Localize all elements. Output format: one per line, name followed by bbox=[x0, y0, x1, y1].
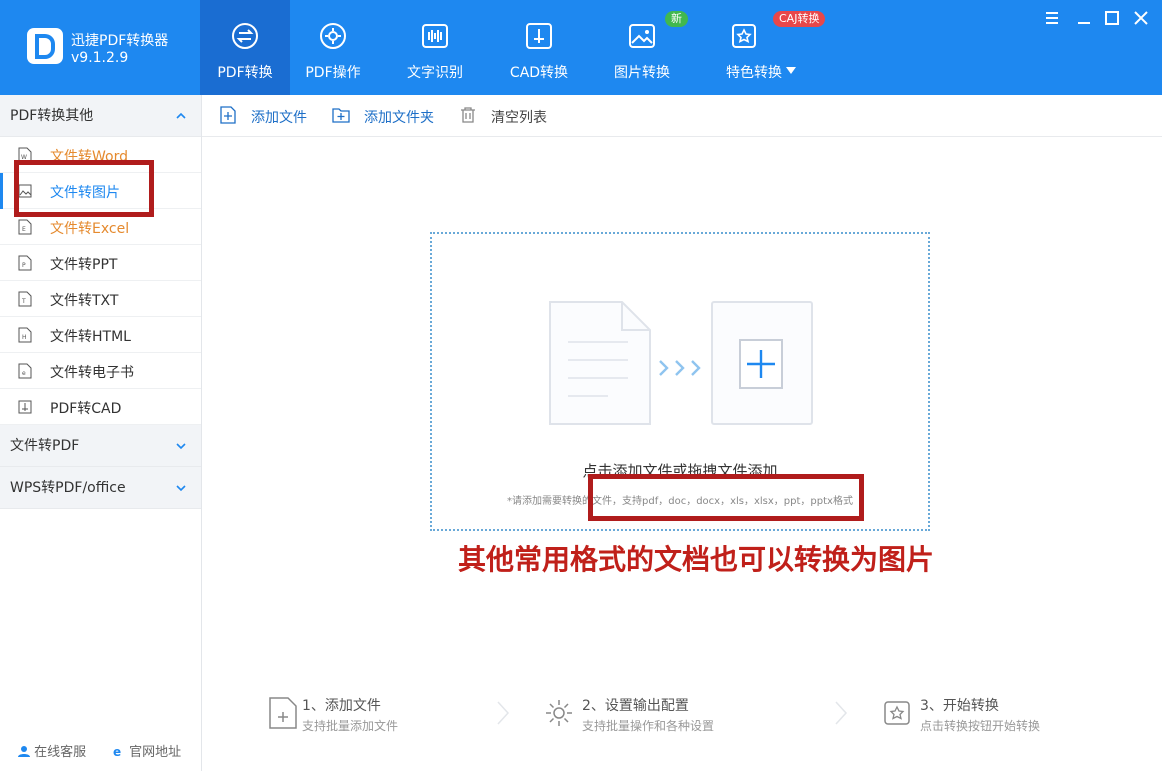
sidebar-section-file-to-pdf[interactable]: 文件转PDF bbox=[0, 425, 201, 467]
document-icon bbox=[549, 301, 651, 425]
chevron-right-icon bbox=[497, 701, 510, 725]
tab-pdf-operation[interactable]: PDF操作 bbox=[288, 0, 378, 95]
add-file-label: 添加文件 bbox=[251, 110, 307, 126]
tab-ocr[interactable]: 文字识别 bbox=[390, 0, 480, 95]
tab-cad-label: CAD转换 bbox=[509, 65, 569, 81]
annotation-caption: 其他常用格式的文档也可以转换为图片 bbox=[458, 543, 935, 576]
sidebar-item-label: 文件转TXT bbox=[50, 293, 119, 309]
gear-icon bbox=[546, 700, 572, 726]
arrows-icon bbox=[659, 360, 701, 376]
sidebar-item-label: 文件转Excel bbox=[50, 221, 130, 237]
sidebar-item-label: 文件转电子书 bbox=[50, 365, 134, 381]
tab-pdf-convert-label: PDF转换 bbox=[217, 65, 273, 81]
step-title: 2、设置输出配置 bbox=[582, 698, 689, 714]
step-title: 1、添加文件 bbox=[302, 698, 381, 714]
step-desc: 支持批量操作和各种设置 bbox=[582, 719, 715, 733]
tab-ocr-label: 文字识别 bbox=[407, 65, 463, 81]
annotation-box-sidebar bbox=[14, 160, 154, 217]
tab-pdf-operation-label: PDF操作 bbox=[305, 65, 361, 81]
website-link[interactable]: e 官网地址 bbox=[113, 741, 181, 760]
app-logo-icon bbox=[27, 28, 63, 64]
ppt-file-icon: P bbox=[18, 255, 32, 271]
website-label: 官网地址 bbox=[129, 745, 182, 760]
online-service-link[interactable]: 在线客服 bbox=[18, 741, 86, 760]
sidebar-section-pdf-to-other[interactable]: PDF转换其他 bbox=[0, 95, 201, 137]
tab-pdf-convert[interactable]: PDF转换 bbox=[200, 0, 290, 95]
toolbar: 添加文件 添加文件夹 清空列表 bbox=[202, 95, 1162, 137]
user-service-icon bbox=[18, 746, 30, 757]
chevron-up-icon bbox=[176, 112, 186, 119]
add-icon bbox=[711, 301, 813, 425]
svg-text:E: E bbox=[22, 226, 26, 233]
cad-file-icon bbox=[18, 400, 32, 414]
svg-text:T: T bbox=[21, 298, 26, 305]
step-desc: 点击转换按钮开始转换 bbox=[920, 719, 1041, 733]
tab-image-label: 图片转换 bbox=[614, 65, 670, 81]
annotation-box-formats bbox=[588, 474, 864, 521]
sidebar-item-to-ppt[interactable]: P 文件转PPT bbox=[0, 245, 201, 281]
special-icon bbox=[732, 24, 756, 48]
svg-text:e: e bbox=[113, 745, 121, 757]
sidebar-section-label: 文件转PDF bbox=[10, 438, 80, 454]
clear-list-label: 清空列表 bbox=[491, 110, 547, 126]
sidebar-item-label: 文件转HTML bbox=[50, 329, 131, 345]
sidebar-item-label: PDF转CAD bbox=[50, 401, 122, 417]
add-file-icon bbox=[269, 697, 297, 729]
add-folder-label: 添加文件夹 bbox=[364, 110, 434, 126]
chevron-down-icon bbox=[176, 443, 186, 450]
browser-icon: e bbox=[113, 745, 121, 759]
pdf-convert-icon bbox=[232, 23, 258, 49]
sidebar-section-label: WPS转PDF/office bbox=[10, 480, 126, 496]
svg-text:H: H bbox=[22, 334, 27, 341]
excel-file-icon: E bbox=[18, 219, 32, 235]
ebook-file-icon: e bbox=[18, 363, 32, 379]
app-header: 迅捷PDF转换器 v9.1.2.9 PDF转换 PDF操作 文字识别 CAD转换… bbox=[0, 0, 1162, 95]
pdf-operation-icon bbox=[320, 23, 346, 49]
minimize-icon[interactable] bbox=[1075, 9, 1093, 27]
step-desc: 支持批量添加文件 bbox=[302, 719, 399, 733]
sidebar-item-label: 文件转PPT bbox=[50, 257, 118, 273]
new-badge: 新 bbox=[665, 11, 688, 27]
online-service-label: 在线客服 bbox=[34, 745, 87, 760]
maximize-icon[interactable] bbox=[1103, 9, 1121, 27]
caret-down-icon bbox=[786, 67, 796, 74]
menu-icon[interactable] bbox=[1043, 9, 1061, 27]
app-logo: 迅捷PDF转换器 v9.1.2.9 bbox=[27, 28, 207, 68]
sidebar-item-to-html[interactable]: H 文件转HTML bbox=[0, 317, 201, 353]
tab-cad[interactable]: CAD转换 bbox=[494, 0, 584, 95]
add-folder-icon bbox=[332, 108, 350, 123]
sidebar-item-to-txt[interactable]: T 文件转TXT bbox=[0, 281, 201, 317]
sidebar-section-label: PDF转换其他 bbox=[10, 108, 94, 124]
sidebar-section-wps[interactable]: WPS转PDF/office bbox=[0, 467, 201, 509]
caj-badge: CAJ转换 bbox=[773, 11, 826, 27]
app-version: v9.1.2.9 bbox=[71, 50, 129, 66]
sidebar-item-pdf-to-cad[interactable]: PDF转CAD bbox=[0, 389, 201, 425]
svg-text:e: e bbox=[22, 370, 26, 377]
chevron-down-icon bbox=[176, 485, 186, 492]
chevron-right-icon bbox=[835, 701, 848, 725]
close-icon[interactable] bbox=[1132, 9, 1150, 27]
cad-icon bbox=[526, 23, 552, 49]
add-file-icon bbox=[220, 106, 236, 124]
convert-icon bbox=[884, 701, 910, 725]
sidebar-item-to-ebook[interactable]: e 文件转电子书 bbox=[0, 353, 201, 389]
tab-special-text: 特色转换 bbox=[726, 65, 782, 81]
html-file-icon: H bbox=[18, 327, 32, 343]
app-title: 迅捷PDF转换器 bbox=[71, 33, 169, 49]
image-icon bbox=[629, 24, 655, 48]
trash-icon bbox=[461, 107, 475, 123]
ocr-icon bbox=[422, 24, 448, 48]
svg-text:P: P bbox=[22, 262, 26, 269]
txt-file-icon: T bbox=[18, 291, 32, 307]
step-title: 3、开始转换 bbox=[920, 698, 999, 714]
